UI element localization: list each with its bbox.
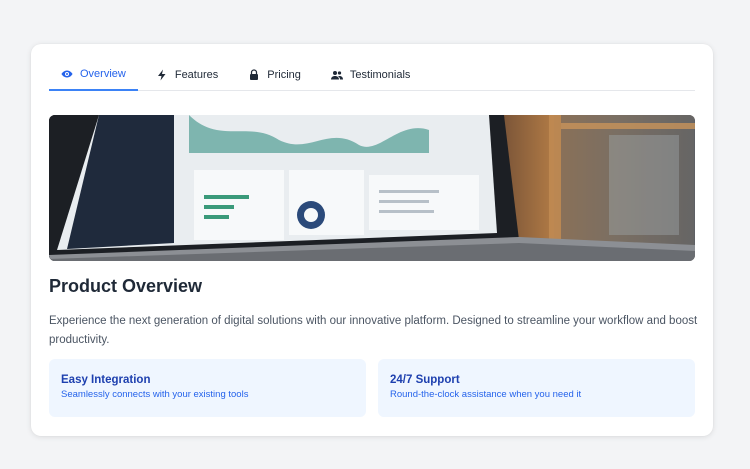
feature-card-support: 24/7 Support Round-the-clock assistance …	[378, 359, 695, 417]
tab-bar: Overview Features Pricing Testimonials	[49, 58, 695, 91]
tab-label: Testimonials	[349, 68, 411, 81]
tab-overview[interactable]: Overview	[49, 58, 138, 91]
hero-image	[49, 115, 695, 261]
feature-title: Easy Integration	[61, 374, 151, 386]
feature-text: Round-the-clock assistance when you need…	[390, 389, 582, 400]
tab-testimonials[interactable]: Testimonials	[319, 58, 423, 91]
product-card: Overview Features Pricing Testimonials P…	[31, 44, 713, 436]
tab-label: Features	[174, 68, 219, 81]
tab-features[interactable]: Features	[144, 58, 230, 91]
feature-title: 24/7 Support	[390, 374, 460, 386]
feature-card-integration: Easy Integration Seamlessly connects wit…	[49, 359, 366, 417]
lightning-icon	[157, 69, 166, 80]
page-title: Product Overview	[49, 276, 203, 296]
eye-icon	[61, 70, 73, 77]
users-icon	[330, 70, 343, 79]
tab-label: Overview	[80, 67, 126, 80]
laptop-dashboard-illustration	[49, 115, 695, 261]
tab-label: Pricing	[267, 68, 301, 81]
lock-icon	[250, 68, 259, 80]
product-description: Experience the next generation of digita…	[49, 315, 698, 346]
feature-text: Seamlessly connects with your existing t…	[61, 389, 249, 400]
tab-pricing[interactable]: Pricing	[236, 58, 313, 91]
